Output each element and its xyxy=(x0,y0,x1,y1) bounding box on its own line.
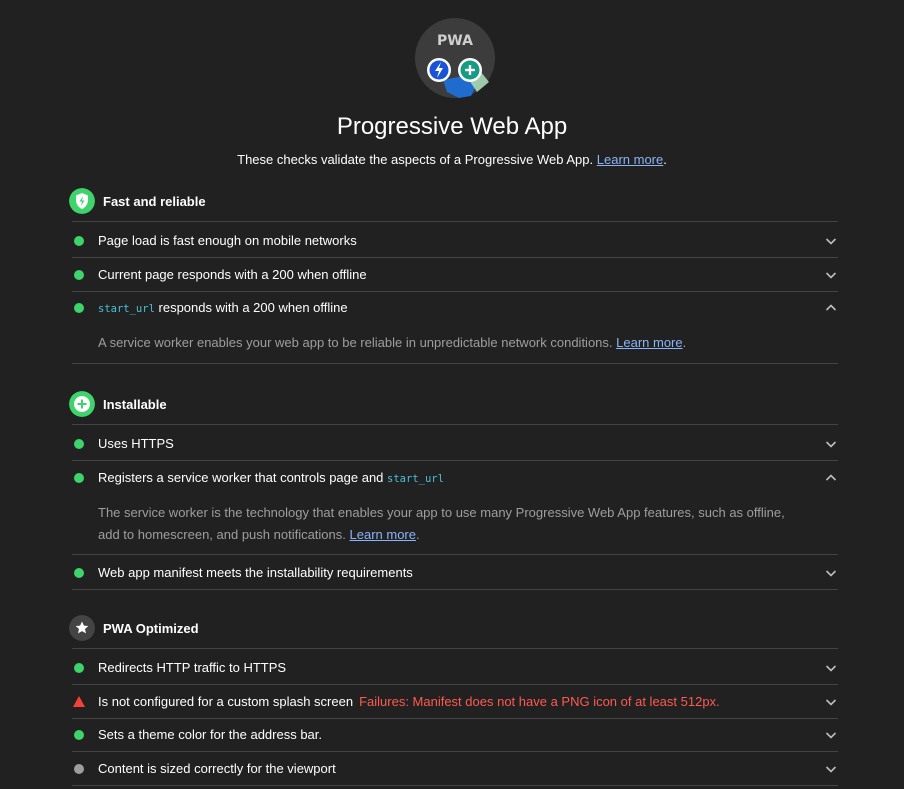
audit-title: start_url responds with a 200 when offli… xyxy=(98,300,348,315)
audit-title: Content is sized correctly for the viewp… xyxy=(98,761,336,776)
learn-more-link[interactable]: Learn more xyxy=(616,335,682,350)
star-icon xyxy=(69,615,95,641)
audit-item[interactable]: Page load is fast enough on mobile netwo… xyxy=(72,224,838,258)
pass-status-icon xyxy=(74,473,84,483)
chevron-down-icon[interactable] xyxy=(824,661,838,675)
audit-title: Registers a service worker that controls… xyxy=(98,470,444,485)
audit-item[interactable]: Uses HTTPS xyxy=(72,427,838,461)
info-status-icon xyxy=(74,764,84,774)
pwa-badge-label: PWA xyxy=(437,33,473,49)
description-text: A service worker enables your web app to… xyxy=(98,335,613,350)
audit-title: Is not configured for a custom splash sc… xyxy=(98,694,720,709)
audit-row[interactable]: Current page responds with a 200 when of… xyxy=(72,258,838,291)
audit-title: Page load is fast enough on mobile netwo… xyxy=(98,233,357,248)
pass-status-icon xyxy=(74,439,84,449)
chevron-down-icon[interactable] xyxy=(824,268,838,282)
page-title: Progressive Web App xyxy=(336,113,568,140)
failure-message: Failures: Manifest does not have a PNG i… xyxy=(359,694,720,709)
audit-item-failed[interactable]: Is not configured for a custom splash sc… xyxy=(72,685,838,719)
description-period: . xyxy=(416,527,420,542)
audit-row[interactable]: Is not configured for a custom splash sc… xyxy=(72,685,838,718)
audit-title: Uses HTTPS xyxy=(98,436,174,451)
audit-row[interactable]: start_url responds with a 200 when offli… xyxy=(72,291,838,324)
pass-status-icon xyxy=(74,568,84,578)
audit-item[interactable]: Sets a theme color for the address bar. xyxy=(72,718,838,752)
audit-item-expanded[interactable]: Registers a service worker that controls… xyxy=(72,461,838,555)
pwa-gauge-badge: PWA xyxy=(415,18,495,98)
pwa-report-section: PWA Progressive Web App These checks val… xyxy=(0,0,904,789)
learn-more-link[interactable]: Learn more xyxy=(597,152,663,167)
audit-row[interactable]: Web app manifest meets the installabilit… xyxy=(72,556,838,589)
pwa-badge-icon: PWA xyxy=(415,18,495,98)
group-title: PWA Optimized xyxy=(103,621,199,636)
start-url-code: start_url xyxy=(98,303,155,315)
pass-status-icon xyxy=(74,270,84,280)
chevron-up-icon[interactable] xyxy=(824,471,838,485)
pass-status-icon xyxy=(74,236,84,246)
audit-title-text: responds with a 200 when offline xyxy=(154,300,348,315)
audit-description: A service worker enables your web app to… xyxy=(72,324,838,363)
start-url-code: start_url xyxy=(387,473,444,485)
chevron-down-icon[interactable] xyxy=(824,234,838,248)
audit-row[interactable]: Sets a theme color for the address bar. xyxy=(72,718,838,751)
chevron-down-icon[interactable] xyxy=(824,762,838,776)
audit-title-text: Is not configured for a custom splash sc… xyxy=(98,694,354,709)
fail-triangle-icon xyxy=(73,696,85,707)
chevron-up-icon[interactable] xyxy=(824,301,838,315)
audit-row[interactable]: Content is sized correctly for the viewp… xyxy=(72,752,838,785)
description-text: These checks validate the aspects of a P… xyxy=(237,152,594,167)
audit-description: The service worker is the technology tha… xyxy=(72,494,838,554)
audit-row[interactable]: Redirects HTTP traffic to HTTPS xyxy=(72,651,838,684)
audit-item[interactable]: Redirects HTTP traffic to HTTPS xyxy=(72,651,838,685)
chevron-down-icon[interactable] xyxy=(824,437,838,451)
description-period: . xyxy=(663,152,667,167)
pass-status-icon xyxy=(74,663,84,673)
audit-title: Web app manifest meets the installabilit… xyxy=(98,565,413,580)
audit-item[interactable]: Content is sized correctly for the viewp… xyxy=(72,752,838,786)
chevron-down-icon[interactable] xyxy=(824,566,838,580)
audit-item[interactable]: Web app manifest meets the installabilit… xyxy=(72,556,838,590)
audit-item-expanded[interactable]: start_url responds with a 200 when offli… xyxy=(72,291,838,364)
pass-status-icon xyxy=(74,303,84,313)
group-title: Fast and reliable xyxy=(103,194,206,209)
audit-title-text: Registers a service worker that controls… xyxy=(98,470,388,485)
page-description: These checks validate the aspects of a P… xyxy=(0,152,904,168)
audit-title: Sets a theme color for the address bar. xyxy=(98,727,323,742)
audit-item[interactable]: Current page responds with a 200 when of… xyxy=(72,258,838,292)
group-fast-and-reliable: Fast and reliable xyxy=(69,183,838,222)
learn-more-link[interactable]: Learn more xyxy=(350,527,416,542)
audit-row[interactable]: Page load is fast enough on mobile netwo… xyxy=(72,224,838,257)
plus-circle-icon xyxy=(69,391,95,417)
description-period: . xyxy=(682,335,687,350)
group-installable: Installable xyxy=(69,386,838,425)
description-text: The service worker is the technology tha… xyxy=(98,505,785,542)
pass-status-icon xyxy=(74,730,84,740)
chevron-down-icon[interactable] xyxy=(824,728,838,742)
group-pwa-optimized: PWA Optimized xyxy=(69,610,838,649)
group-title: Installable xyxy=(103,397,167,412)
chevron-down-icon[interactable] xyxy=(824,695,838,709)
audit-title: Current page responds with a 200 when of… xyxy=(98,267,367,282)
bolt-shield-icon xyxy=(69,188,95,214)
audit-row[interactable]: Registers a service worker that controls… xyxy=(72,461,838,494)
audit-title: Redirects HTTP traffic to HTTPS xyxy=(98,660,287,675)
audit-row[interactable]: Uses HTTPS xyxy=(72,427,838,460)
